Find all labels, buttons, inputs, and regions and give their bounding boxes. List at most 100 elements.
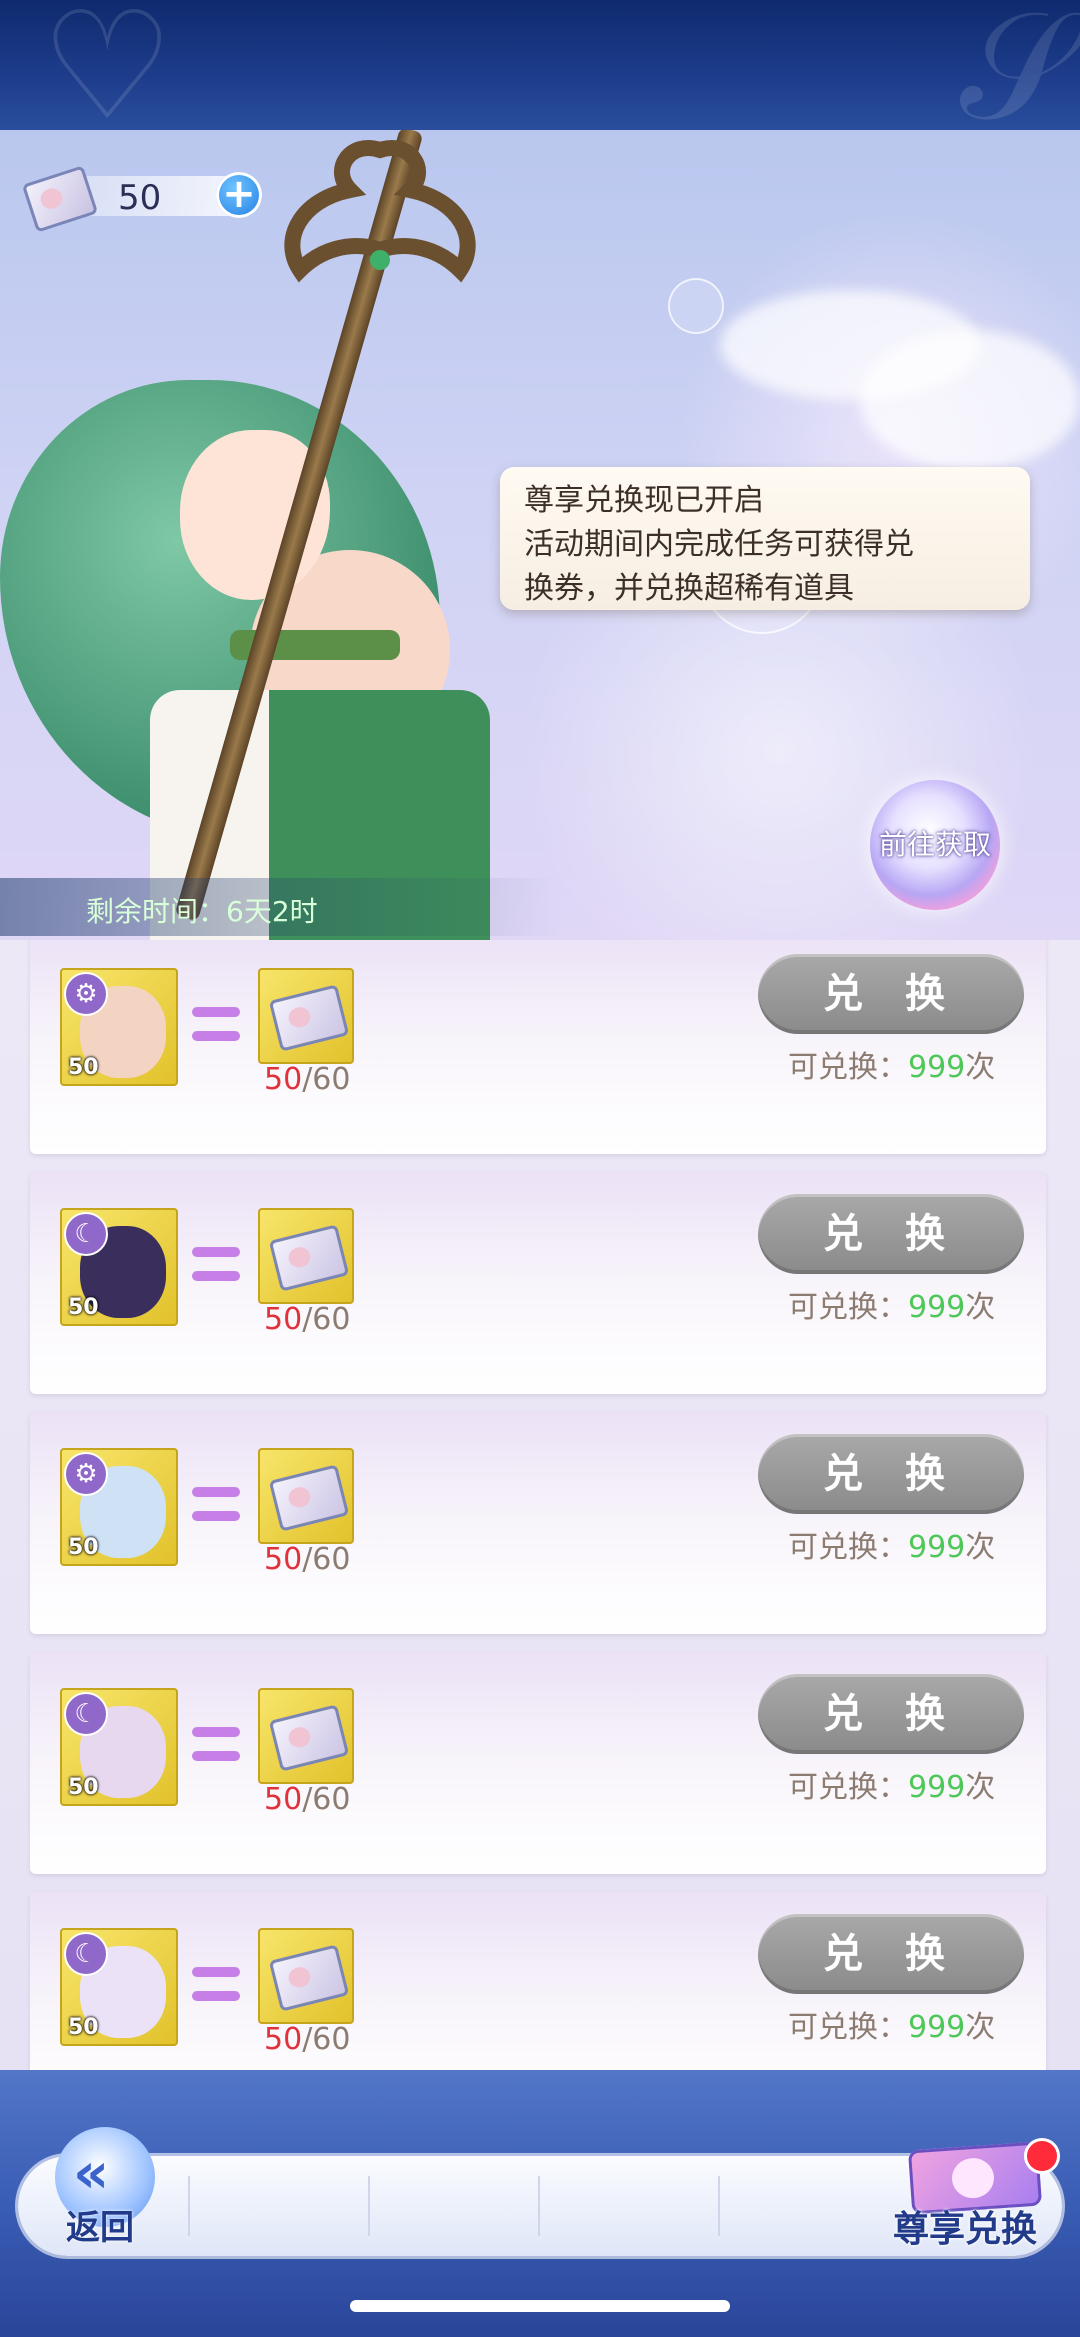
owned-count: 50 xyxy=(264,1062,303,1097)
remaining-time-banner: 剩余时间：6天2时 xyxy=(0,878,560,936)
moon-icon: ☾ xyxy=(64,1692,108,1736)
equals-icon xyxy=(192,1247,240,1295)
announcement-bubble: 尊享兑换现已开启 活动期间内完成任务可获得兑 换券，并兑换超稀有道具 xyxy=(500,467,1030,610)
exchange-card: ☾ 50 50/60 兑 换 可兑换：999次 xyxy=(30,1652,1046,1874)
avatar-level: 50 xyxy=(68,2015,99,2040)
limit-suffix: 次 xyxy=(965,1770,996,1805)
limit-prefix: 可兑换： xyxy=(788,1050,908,1085)
cloud xyxy=(860,330,1080,470)
limit-count: 999 xyxy=(908,2010,966,2045)
limit-prefix: 可兑换： xyxy=(788,1290,908,1325)
character-avatar[interactable]: ⚙ 50 xyxy=(60,968,178,1086)
equals-icon xyxy=(192,1727,240,1775)
exchange-limit: 可兑换：999次 xyxy=(788,1042,995,1086)
avatar-level: 50 xyxy=(68,1295,99,1320)
ticket-count: 50 xyxy=(118,178,162,218)
ticket-currency: 50 + xyxy=(21,165,268,233)
exchange-button[interactable]: 兑 换 xyxy=(758,954,1024,1034)
ticket-icon xyxy=(268,1704,350,1772)
exchange-limit: 可兑换：999次 xyxy=(788,2002,995,2046)
back-arrow-icon: « xyxy=(73,2141,110,2206)
announcement-line: 尊享兑换现已开启 xyxy=(524,483,764,518)
ticket-cost-item[interactable] xyxy=(258,1688,354,1784)
divider xyxy=(538,2176,540,2236)
exchange-button[interactable]: 兑 换 xyxy=(758,1674,1024,1754)
home-indicator[interactable] xyxy=(350,2300,730,2312)
exchange-button[interactable]: 兑 换 xyxy=(758,1194,1024,1274)
ticket-cost-item[interactable] xyxy=(258,968,354,1064)
ticket-cost-item[interactable] xyxy=(258,1448,354,1544)
limit-count: 999 xyxy=(908,1770,966,1805)
required-count: /60 xyxy=(302,1782,351,1817)
back-label[interactable]: 返回 xyxy=(66,2200,134,2249)
required-count: /60 xyxy=(302,1542,351,1577)
equals-icon xyxy=(192,1487,240,1535)
exchange-limit: 可兑换：999次 xyxy=(788,1762,995,1806)
add-ticket-button[interactable]: + xyxy=(216,172,262,218)
required-count: /60 xyxy=(302,2022,351,2057)
divider xyxy=(368,2176,370,2236)
exchange-button[interactable]: 兑 换 xyxy=(758,1434,1024,1514)
required-count: /60 xyxy=(302,1302,351,1337)
ticket-progress: 50/60 xyxy=(264,2022,350,2057)
equals-icon xyxy=(192,1967,240,2015)
ticket-progress: 50/60 xyxy=(264,1302,350,1337)
avatar-level: 50 xyxy=(68,1775,99,1800)
limit-count: 999 xyxy=(908,1290,966,1325)
moon-icon: ☾ xyxy=(64,1932,108,1976)
owned-count: 50 xyxy=(264,1302,303,1337)
ticket-icon xyxy=(268,1944,350,2012)
ticket-progress: 50/60 xyxy=(264,1542,350,1577)
ticket-progress: 50/60 xyxy=(264,1062,350,1097)
divider xyxy=(718,2176,720,2236)
limit-suffix: 次 xyxy=(965,1050,996,1085)
exchange-limit: 可兑换：999次 xyxy=(788,1522,995,1566)
exchange-card: ☾ 50 50/60 兑 换 可兑换：999次 xyxy=(30,1172,1046,1394)
ticket-progress: 50/60 xyxy=(264,1782,350,1817)
owned-count: 50 xyxy=(264,1782,303,1817)
vip-exchange-tab[interactable]: 尊享兑换 xyxy=(893,2200,1037,2252)
gear-icon: ⚙ xyxy=(64,972,108,1016)
divider xyxy=(188,2176,190,2236)
limit-prefix: 可兑换： xyxy=(788,1770,908,1805)
exchange-list[interactable]: ⚙ 50 50/60 兑 换 可兑换：999次 ☾ 50 50/60 兑 换 可… xyxy=(0,940,1080,2070)
go-obtain-button[interactable]: 前往获取 xyxy=(870,780,1000,910)
announcement-line: 换券，并兑换超稀有道具 xyxy=(524,571,854,606)
exchange-limit: 可兑换：999次 xyxy=(788,1282,995,1326)
equals-icon xyxy=(192,1007,240,1055)
limit-prefix: 可兑换： xyxy=(788,1530,908,1565)
ticket-cost-item[interactable] xyxy=(258,1928,354,2024)
owned-count: 50 xyxy=(264,2022,303,2057)
limit-suffix: 次 xyxy=(965,1530,996,1565)
ticket-icon xyxy=(268,1224,350,1292)
limit-count: 999 xyxy=(908,1050,966,1085)
exchange-card: ⚙ 50 50/60 兑 换 可兑换：999次 xyxy=(30,1412,1046,1634)
avatar-level: 50 xyxy=(68,1055,99,1080)
character-avatar[interactable]: ⚙ 50 xyxy=(60,1448,178,1566)
owned-count: 50 xyxy=(264,1542,303,1577)
character-avatar[interactable]: ☾ 50 xyxy=(60,1928,178,2046)
ticket-cost-item[interactable] xyxy=(258,1208,354,1304)
moon-icon: ☾ xyxy=(64,1212,108,1256)
required-count: /60 xyxy=(302,1062,351,1097)
limit-suffix: 次 xyxy=(965,1290,996,1325)
gear-icon: ⚙ xyxy=(64,1452,108,1496)
exchange-card: ⚙ 50 50/60 兑 换 可兑换：999次 xyxy=(30,940,1046,1154)
ticket-icon xyxy=(268,984,350,1052)
ticket-icon xyxy=(268,1464,350,1532)
staff-head-icon xyxy=(284,140,476,283)
character-avatar[interactable]: ☾ 50 xyxy=(60,1688,178,1806)
hero-banner: 50 + 尊享兑换现已开启 活动期间内完成任务可获得兑 换券，并兑换超稀有道具 … xyxy=(0,130,1080,940)
bubble xyxy=(668,278,724,334)
limit-count: 999 xyxy=(908,1530,966,1565)
exchange-button[interactable]: 兑 换 xyxy=(758,1914,1024,1994)
remaining-time-text: 剩余时间：6天2时 xyxy=(86,895,318,928)
limit-suffix: 次 xyxy=(965,2010,996,2045)
announcement-line: 活动期间内完成任务可获得兑 xyxy=(524,527,914,562)
character-avatar[interactable]: ☾ 50 xyxy=(60,1208,178,1326)
top-banner: ♡ 𝒮 xyxy=(0,0,1080,154)
exchange-card: ☾ 50 50/60 兑 换 可兑换：999次 xyxy=(30,1892,1046,2070)
notification-dot xyxy=(1024,2138,1060,2174)
limit-prefix: 可兑换： xyxy=(788,2010,908,2045)
avatar-level: 50 xyxy=(68,1535,99,1560)
